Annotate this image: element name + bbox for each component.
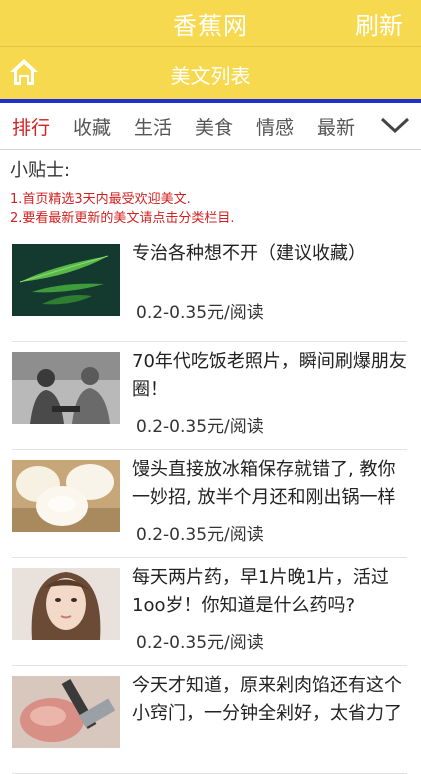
- article-price: 0.2-0.35元/阅读: [136, 633, 264, 653]
- article-title: 每天两片药，早1片晚1片，活过1oo岁！你知道是什么药吗?: [132, 567, 389, 616]
- article-price: 0.2-0.35元/阅读: [136, 303, 264, 323]
- tip-line: 2.要看最新更新的美文请点击分类栏目.: [10, 211, 235, 226]
- article-price: 0.2-0.35元/阅读: [136, 417, 264, 437]
- refresh-button[interactable]: 刷新: [355, 6, 403, 41]
- old-photo-image: [12, 352, 120, 424]
- list-item[interactable]: 70年代吃饭老照片，瞬间刷爆朋友圈！ 0.2-0.35元/阅读: [12, 342, 407, 450]
- sub-header: 美文列表: [0, 46, 421, 99]
- tip-line: 1.首页精选3天内最受欢迎美文.: [10, 192, 191, 207]
- category-tabs: 排行 收藏 生活 美食 情感 最新: [0, 103, 421, 150]
- tab-favorites[interactable]: 收藏: [73, 113, 122, 140]
- list-item[interactable]: 今天才知道，原来剁肉馅还有这个小窍门，一分钟全剁好，太省力了: [12, 666, 407, 774]
- tab-emotion[interactable]: 情感: [256, 113, 305, 140]
- tips-heading: 小贴士:: [10, 160, 71, 181]
- article-title: 今天才知道，原来剁肉馅还有这个小窍门，一分钟全剁好，太省力了: [132, 675, 402, 724]
- list-item[interactable]: 每天两片药，早1片晚1片，活过1oo岁！你知道是什么药吗? 0.2-0.35元/…: [12, 558, 407, 666]
- tab-life[interactable]: 生活: [134, 113, 183, 140]
- app-header: 香蕉网 刷新: [0, 0, 421, 46]
- article-title: 70年代吃饭老照片，瞬间刷爆朋友圈！: [132, 351, 407, 400]
- page-title: 美文列表: [170, 64, 251, 88]
- tab-latest[interactable]: 最新: [317, 113, 366, 140]
- tab-ranking[interactable]: 排行: [12, 113, 61, 140]
- article-title: 馒头直接放冰箱保存就错了, 教你一妙招, 放半个月还和刚出锅一样: [132, 459, 396, 508]
- list-item[interactable]: 馒头直接放冰箱保存就错了, 教你一妙招, 放半个月还和刚出锅一样 0.2-0.3…: [12, 450, 407, 558]
- chevron-down-icon[interactable]: [379, 113, 411, 137]
- article-title: 专治各种想不开（建议收藏）: [132, 243, 366, 264]
- tab-food[interactable]: 美食: [195, 113, 244, 140]
- tips-section: 小贴士: 1.首页精选3天内最受欢迎美文. 2.要看最新更新的美文请点击分类栏目…: [0, 150, 421, 228]
- steamed-buns-image: [12, 460, 120, 532]
- list-item[interactable]: 专治各种想不开（建议收藏） 0.2-0.35元/阅读: [12, 234, 407, 342]
- bamboo-leaf-image: [12, 244, 120, 316]
- article-price: 0.2-0.35元/阅读: [136, 525, 264, 545]
- woman-portrait-image: [12, 568, 120, 640]
- article-list: 专治各种想不开（建议收藏） 0.2-0.35元/阅读 70年代吃饭老照片，瞬间刷…: [0, 234, 421, 774]
- minced-meat-image: [12, 676, 120, 748]
